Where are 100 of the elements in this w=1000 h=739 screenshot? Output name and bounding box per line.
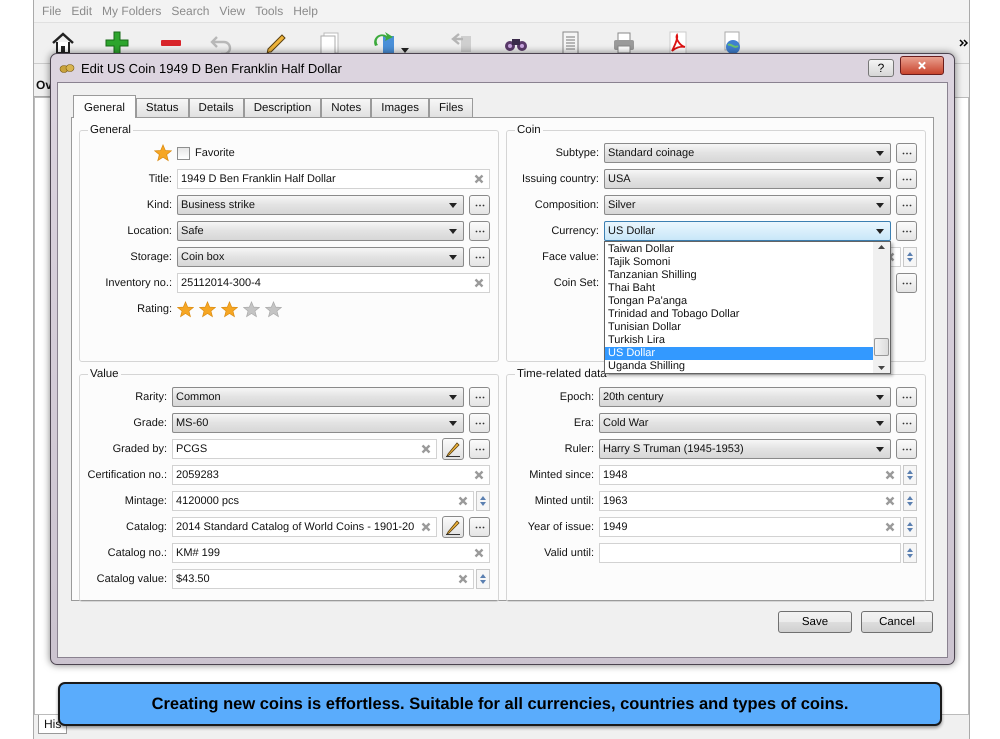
clear-icon[interactable] <box>458 574 468 584</box>
spin-field[interactable]: 1949 <box>599 517 901 537</box>
text-field[interactable]: 25112014-300-4 <box>177 273 490 293</box>
text-field[interactable]: 1949 D Ben Franklin Half Dollar <box>177 169 490 189</box>
dropdown[interactable]: 20th century <box>599 387 891 407</box>
tab[interactable]: General <box>73 95 136 118</box>
more-button[interactable] <box>896 413 917 433</box>
list-option[interactable]: Tongan Pa'anga <box>605 295 873 308</box>
spin-field[interactable]: $43.50 <box>172 569 474 589</box>
spinner-control[interactable] <box>476 491 490 511</box>
more-button[interactable] <box>469 195 490 215</box>
spin-field[interactable]: 4120000 pcs <box>172 491 474 511</box>
more-button[interactable] <box>469 439 490 459</box>
edit-button[interactable] <box>442 438 464 460</box>
spinner-control[interactable] <box>903 247 917 267</box>
checkbox[interactable] <box>177 146 190 160</box>
dropdown[interactable]: MS-60 <box>172 413 464 433</box>
clear-icon[interactable] <box>421 444 431 454</box>
clear-icon[interactable] <box>885 496 895 506</box>
spinner-control[interactable] <box>903 517 917 537</box>
text-field[interactable]: 2014 Standard Catalog of World Coins - 1901-20 <box>172 517 437 537</box>
more-button[interactable] <box>896 439 917 459</box>
cancel-button[interactable]: Cancel <box>861 611 933 633</box>
down-arrow-icon[interactable] <box>907 528 913 532</box>
clear-icon[interactable] <box>885 470 895 480</box>
more-button[interactable] <box>469 517 490 537</box>
clear-icon[interactable] <box>474 470 484 480</box>
tab[interactable]: Description <box>244 98 322 117</box>
more-button[interactable] <box>896 221 917 241</box>
dropdown[interactable]: Cold War <box>599 413 891 433</box>
more-button[interactable] <box>469 413 490 433</box>
list-option[interactable]: Uganda Shilling <box>605 360 873 373</box>
dropdown[interactable]: Common <box>172 387 464 407</box>
spinner-control[interactable] <box>903 465 917 485</box>
up-arrow-icon[interactable] <box>907 522 913 526</box>
dropdown[interactable]: Standard coinage <box>604 143 891 163</box>
clear-icon[interactable] <box>421 522 431 532</box>
dropdown[interactable]: Safe <box>177 221 464 241</box>
clear-icon[interactable] <box>458 496 468 506</box>
scrollbar-thumb[interactable] <box>874 338 889 356</box>
more-button[interactable] <box>469 221 490 241</box>
dropdown[interactable]: Silver <box>604 195 891 215</box>
list-option[interactable]: Turkish Lira <box>605 334 873 347</box>
spinner-control[interactable] <box>903 491 917 511</box>
down-arrow-icon[interactable] <box>907 476 913 480</box>
tab[interactable]: Notes <box>321 98 372 117</box>
more-button[interactable] <box>896 387 917 407</box>
text-field[interactable]: 2059283 <box>172 465 490 485</box>
chevron-icon[interactable] <box>959 39 969 47</box>
dropdown[interactable]: USA <box>604 169 891 189</box>
down-arrow-icon[interactable] <box>907 554 913 558</box>
more-button[interactable] <box>896 195 917 215</box>
refresh-icon[interactable] <box>371 30 397 56</box>
up-arrow-icon[interactable] <box>907 548 913 552</box>
more-button[interactable] <box>896 143 917 163</box>
printer-icon[interactable] <box>611 30 637 56</box>
more-button[interactable] <box>896 273 917 293</box>
up-arrow-icon[interactable] <box>907 252 913 256</box>
text-field[interactable]: PCGS <box>172 439 437 459</box>
tab[interactable]: Status <box>136 98 189 117</box>
edit-button[interactable] <box>442 516 464 538</box>
scrollbar[interactable] <box>873 242 890 373</box>
up-arrow-icon[interactable] <box>878 245 885 249</box>
down-arrow-icon[interactable] <box>480 502 486 506</box>
list-option[interactable]: Thai Baht <box>605 282 873 295</box>
clear-icon[interactable] <box>885 522 895 532</box>
clear-icon[interactable] <box>474 174 484 184</box>
plus-icon[interactable] <box>104 30 130 56</box>
up-arrow-icon[interactable] <box>907 496 913 500</box>
tab[interactable]: Details <box>188 98 244 117</box>
list-option[interactable]: Taiwan Dollar <box>605 243 873 256</box>
text-field[interactable]: KM# 199 <box>172 543 490 563</box>
spin-field[interactable] <box>599 543 901 563</box>
down-arrow-icon[interactable] <box>878 366 885 370</box>
save-button[interactable]: Save <box>778 611 852 633</box>
more-button[interactable] <box>896 169 917 189</box>
spin-field[interactable]: 1963 <box>599 491 901 511</box>
checkbox-label[interactable]: Favorite <box>195 147 235 159</box>
more-button[interactable] <box>469 247 490 267</box>
help-button[interactable]: ? <box>868 59 894 77</box>
spinner-control[interactable] <box>476 569 490 589</box>
dropdown[interactable]: US Dollar <box>604 221 891 241</box>
tab[interactable]: Files <box>428 98 474 117</box>
clear-icon[interactable] <box>474 278 484 288</box>
clear-icon[interactable] <box>474 548 484 558</box>
list-option[interactable]: Tunisian Dollar <box>605 321 873 334</box>
list-option[interactable]: Trinidad and Tobago Dollar <box>605 308 873 321</box>
list-option[interactable]: Tajik Somoni <box>605 256 873 269</box>
down-arrow-icon[interactable] <box>907 502 913 506</box>
dropdown[interactable]: Harry S Truman (1945-1953) <box>599 439 891 459</box>
tab[interactable]: Images <box>371 98 429 117</box>
spinner-control[interactable] <box>903 543 917 563</box>
down-arrow-icon[interactable] <box>907 258 913 262</box>
down-arrow-icon[interactable] <box>480 580 486 584</box>
close-button[interactable] <box>900 56 944 74</box>
up-arrow-icon[interactable] <box>480 496 486 500</box>
list-option[interactable]: Tanzanian Shilling <box>605 269 873 282</box>
up-arrow-icon[interactable] <box>480 574 486 578</box>
dropdown[interactable]: Business strike <box>177 195 464 215</box>
dropdown[interactable]: Coin box <box>177 247 464 267</box>
